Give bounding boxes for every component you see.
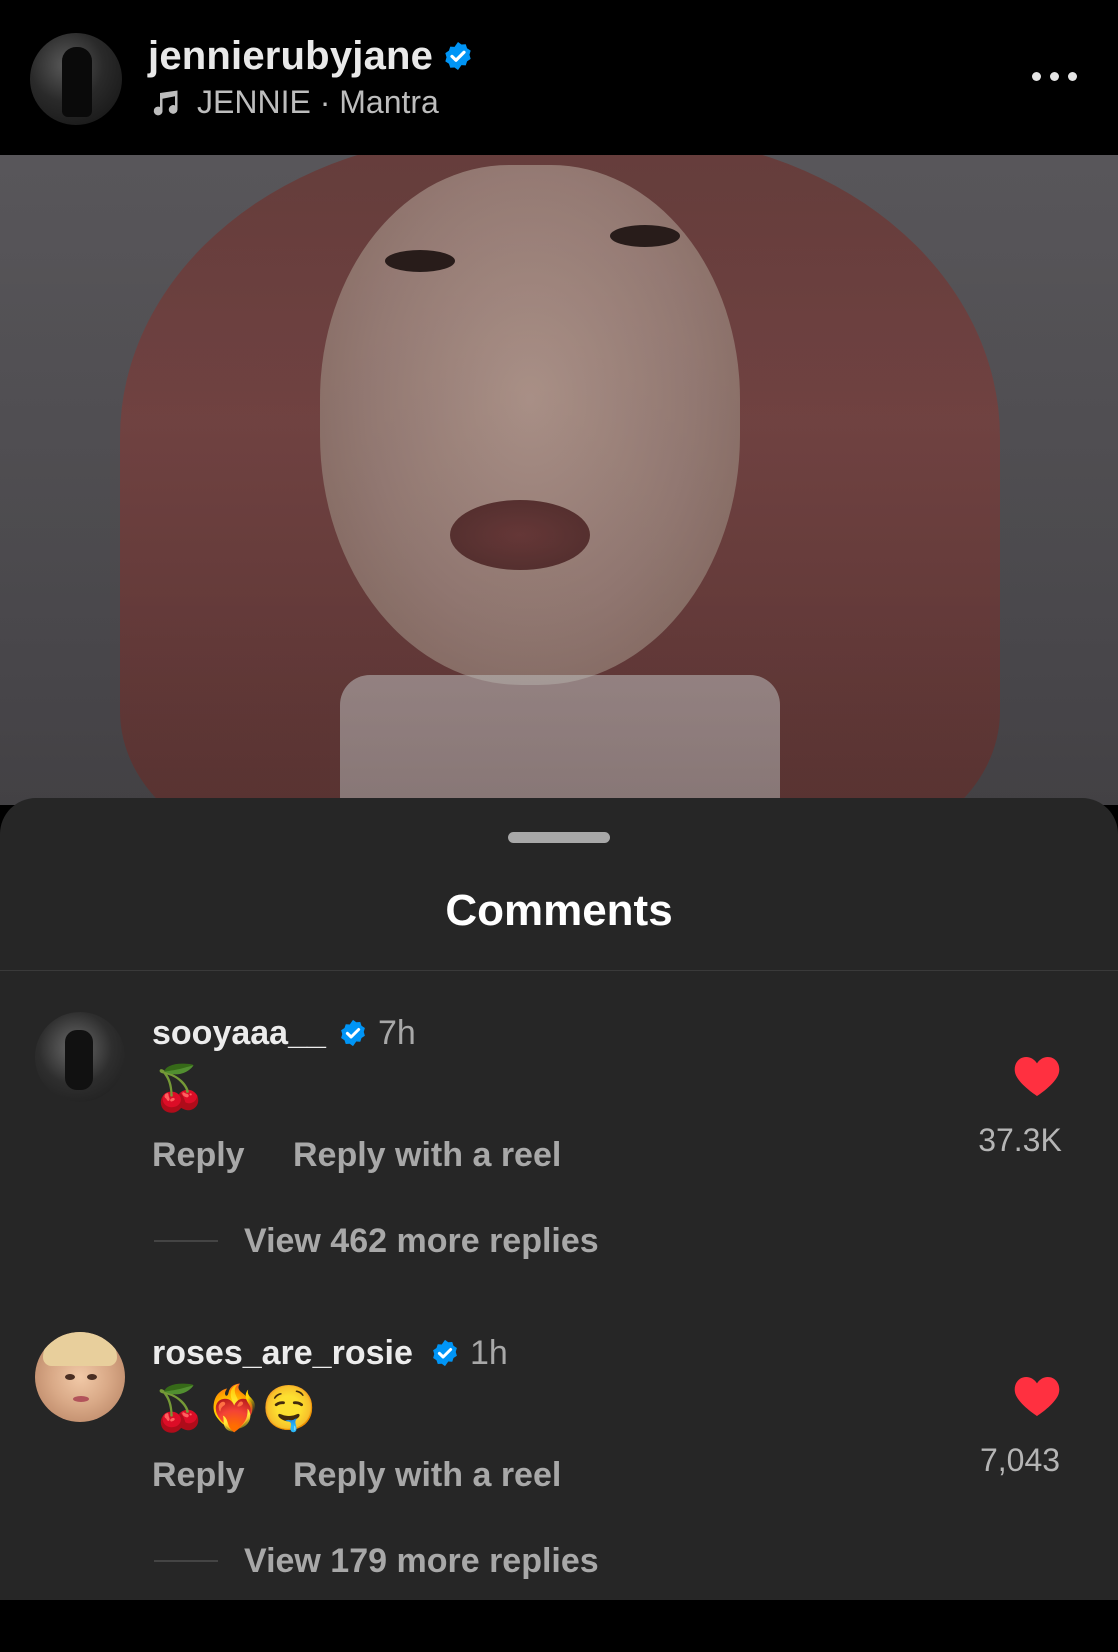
verified-badge-icon (430, 1338, 460, 1373)
commenter-avatar[interactable] (35, 1012, 125, 1102)
comment-timestamp: 7h (378, 1014, 416, 1052)
commenter-username[interactable]: sooyaaa__ (152, 1014, 326, 1053)
video-shade (0, 155, 1118, 805)
comment-text: 🍒 (152, 1064, 207, 1113)
reply-button[interactable]: Reply (152, 1136, 245, 1175)
comment-text: 🍒❤️‍🔥🤤 (152, 1384, 317, 1433)
profile-username[interactable]: jennierubyjane (148, 34, 433, 79)
reel-video[interactable] (0, 155, 1118, 805)
heart-icon[interactable] (1013, 1054, 1061, 1103)
heart-icon[interactable] (1013, 1374, 1061, 1423)
replies-line (154, 1240, 218, 1242)
sheet-divider (0, 970, 1118, 971)
verified-badge-icon (442, 40, 474, 77)
reply-button[interactable]: Reply (152, 1456, 245, 1495)
comment-item: roses_are_rosie 1h 🍒❤️‍🔥🤤 Reply Reply wi… (0, 1332, 1118, 1652)
sheet-grabber[interactable] (508, 832, 610, 843)
comment-item: sooyaaa__ 7h 🍒 Reply Reply with a reel 3… (0, 1012, 1118, 1332)
reply-with-reel-button[interactable]: Reply with a reel (293, 1456, 561, 1495)
view-more-replies-button[interactable]: View 462 more replies (244, 1222, 599, 1261)
commenter-avatar[interactable] (35, 1332, 125, 1422)
reply-with-reel-button[interactable]: Reply with a reel (293, 1136, 561, 1175)
comment-timestamp: 1h (470, 1334, 508, 1372)
like-count: 7,043 (979, 1442, 1061, 1478)
music-note-icon (150, 88, 180, 123)
music-track[interactable]: JENNIE · Mantra (197, 84, 439, 121)
more-options-icon[interactable] (1030, 64, 1080, 88)
commenter-username[interactable]: roses_are_rosie (152, 1334, 413, 1373)
replies-line (154, 1560, 218, 1562)
reel-header: jennierubyjane JENNIE · Mantra (0, 0, 1118, 155)
verified-badge-icon (338, 1018, 368, 1053)
view-more-replies-button[interactable]: View 179 more replies (244, 1542, 599, 1581)
like-count: 37.3K (978, 1122, 1062, 1158)
comments-sheet: Comments sooyaaa__ 7h 🍒 Reply Reply with… (0, 798, 1118, 1600)
profile-avatar[interactable] (30, 33, 122, 125)
sheet-title: Comments (445, 886, 673, 935)
